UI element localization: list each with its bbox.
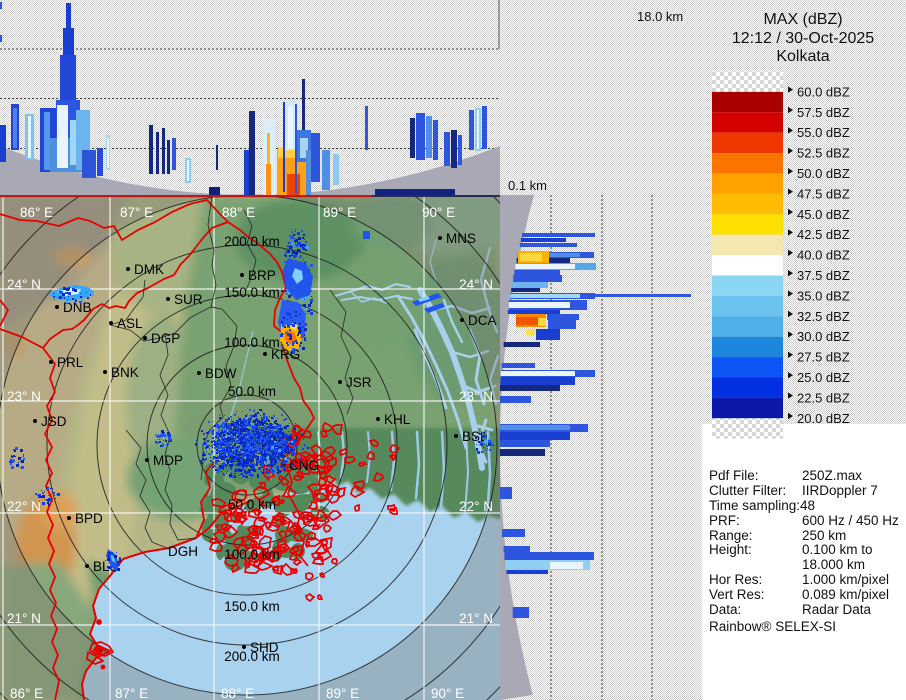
svg-text:0.100 km to: 0.100 km to — [802, 542, 873, 557]
svg-text:50.0 dBZ: 50.0 dBZ — [797, 166, 850, 181]
svg-text:35.0 dBZ: 35.0 dBZ — [797, 288, 850, 303]
svg-text:150.0 km: 150.0 km — [224, 285, 280, 300]
svg-text:Hor Res:: Hor Res: — [709, 572, 762, 587]
svg-text:24° N: 24° N — [459, 277, 493, 292]
svg-text:PRL: PRL — [57, 355, 84, 370]
svg-text:50.0 km: 50.0 km — [228, 384, 276, 399]
svg-text:32.5 dBZ: 32.5 dBZ — [797, 309, 850, 324]
svg-text:18.0 km: 18.0 km — [637, 9, 683, 24]
svg-text:22° N: 22° N — [7, 499, 41, 514]
svg-text:BDW: BDW — [205, 366, 237, 381]
svg-text:20.0 dBZ: 20.0 dBZ — [797, 411, 850, 426]
svg-text:Rainbow® SELEX-SI: Rainbow® SELEX-SI — [709, 619, 836, 634]
svg-text:DCA: DCA — [468, 313, 497, 328]
svg-text:DGH: DGH — [168, 544, 198, 559]
svg-text:ASL: ASL — [117, 316, 143, 331]
svg-text:22.5 dBZ: 22.5 dBZ — [797, 390, 850, 405]
svg-text:KHL: KHL — [384, 412, 411, 427]
svg-text:37.5 dBZ: 37.5 dBZ — [797, 268, 850, 283]
svg-text:250 km: 250 km — [802, 528, 846, 543]
svg-text:18.000 km: 18.000 km — [802, 557, 865, 572]
svg-text:DGP: DGP — [151, 331, 180, 346]
svg-text:12:12 / 30-Oct-2025: 12:12 / 30-Oct-2025 — [732, 30, 874, 47]
svg-text:100.0 km: 100.0 km — [224, 547, 280, 562]
svg-text:BNK: BNK — [111, 365, 139, 380]
svg-text:MDP: MDP — [153, 453, 183, 468]
svg-text:PRF:: PRF: — [709, 513, 740, 528]
svg-text:Data:: Data: — [709, 602, 741, 617]
svg-text:0.1 km: 0.1 km — [508, 178, 547, 193]
svg-text:24° N: 24° N — [7, 277, 41, 292]
svg-text:86° E: 86° E — [10, 686, 43, 700]
svg-text:52.5 dBZ: 52.5 dBZ — [797, 146, 850, 161]
svg-text:42.5 dBZ: 42.5 dBZ — [797, 227, 850, 242]
svg-text:MAX (dBZ): MAX (dBZ) — [763, 11, 842, 28]
svg-text:Range:: Range: — [709, 528, 753, 543]
svg-text:DMK: DMK — [134, 262, 164, 277]
svg-text:MNS: MNS — [446, 231, 476, 246]
svg-text:60.0 dBZ: 60.0 dBZ — [797, 84, 850, 99]
svg-text:57.5 dBZ: 57.5 dBZ — [797, 105, 850, 120]
svg-text:Vert Res:: Vert Res: — [709, 587, 765, 602]
svg-text:Time sampling:48: Time sampling:48 — [709, 498, 815, 513]
svg-text:CNG: CNG — [289, 458, 319, 473]
svg-text:250Z.max: 250Z.max — [802, 468, 862, 483]
svg-text:30.0 dBZ: 30.0 dBZ — [797, 329, 850, 344]
svg-text:22° N: 22° N — [459, 499, 493, 514]
svg-text:90° E: 90° E — [431, 686, 464, 700]
svg-text:Pdf File:: Pdf File: — [709, 468, 759, 483]
svg-text:87° E: 87° E — [115, 686, 148, 700]
svg-text:150.0 km: 150.0 km — [224, 599, 280, 614]
svg-text:27.5 dBZ: 27.5 dBZ — [797, 350, 850, 365]
svg-text:SUR: SUR — [174, 292, 203, 307]
svg-text:KRG: KRG — [271, 347, 300, 362]
svg-text:600 Hz / 450 Hz: 600 Hz / 450 Hz — [802, 513, 899, 528]
svg-text:JSD: JSD — [41, 414, 67, 429]
svg-text:SHD: SHD — [250, 640, 279, 655]
svg-text:45.0 dBZ: 45.0 dBZ — [797, 207, 850, 222]
svg-text:21° N: 21° N — [7, 611, 41, 626]
svg-text:40.0 dBZ: 40.0 dBZ — [797, 248, 850, 263]
svg-text:89° E: 89° E — [326, 686, 359, 700]
svg-text:25.0 dBZ: 25.0 dBZ — [797, 370, 850, 385]
svg-text:86° E: 86° E — [20, 205, 53, 220]
svg-text:JSR: JSR — [346, 375, 372, 390]
svg-text:BRP: BRP — [248, 268, 276, 283]
svg-text:1.000 km/pixel: 1.000 km/pixel — [802, 572, 889, 587]
svg-text:88° E: 88° E — [221, 686, 254, 700]
svg-text:IIRDoppler 7: IIRDoppler 7 — [802, 483, 878, 498]
svg-text:23° N: 23° N — [7, 389, 41, 404]
svg-text:23° N: 23° N — [459, 389, 493, 404]
svg-text:50.0 km: 50.0 km — [228, 497, 276, 512]
svg-text:21° N: 21° N — [459, 611, 493, 626]
svg-text:Kolkata: Kolkata — [776, 48, 829, 65]
svg-text:88° E: 88° E — [222, 205, 255, 220]
svg-text:Clutter Filter:: Clutter Filter: — [709, 483, 786, 498]
svg-text:90° E: 90° E — [422, 205, 455, 220]
svg-text:Height:: Height: — [709, 542, 752, 557]
svg-text:BPD: BPD — [75, 511, 103, 526]
svg-text:0.089 km/pixel: 0.089 km/pixel — [802, 587, 889, 602]
svg-text:89° E: 89° E — [323, 205, 356, 220]
svg-text:Radar Data: Radar Data — [802, 602, 872, 617]
svg-text:55.0 dBZ: 55.0 dBZ — [797, 125, 850, 140]
svg-text:47.5 dBZ: 47.5 dBZ — [797, 186, 850, 201]
svg-text:87° E: 87° E — [120, 205, 153, 220]
svg-text:200.0 km: 200.0 km — [224, 234, 280, 249]
